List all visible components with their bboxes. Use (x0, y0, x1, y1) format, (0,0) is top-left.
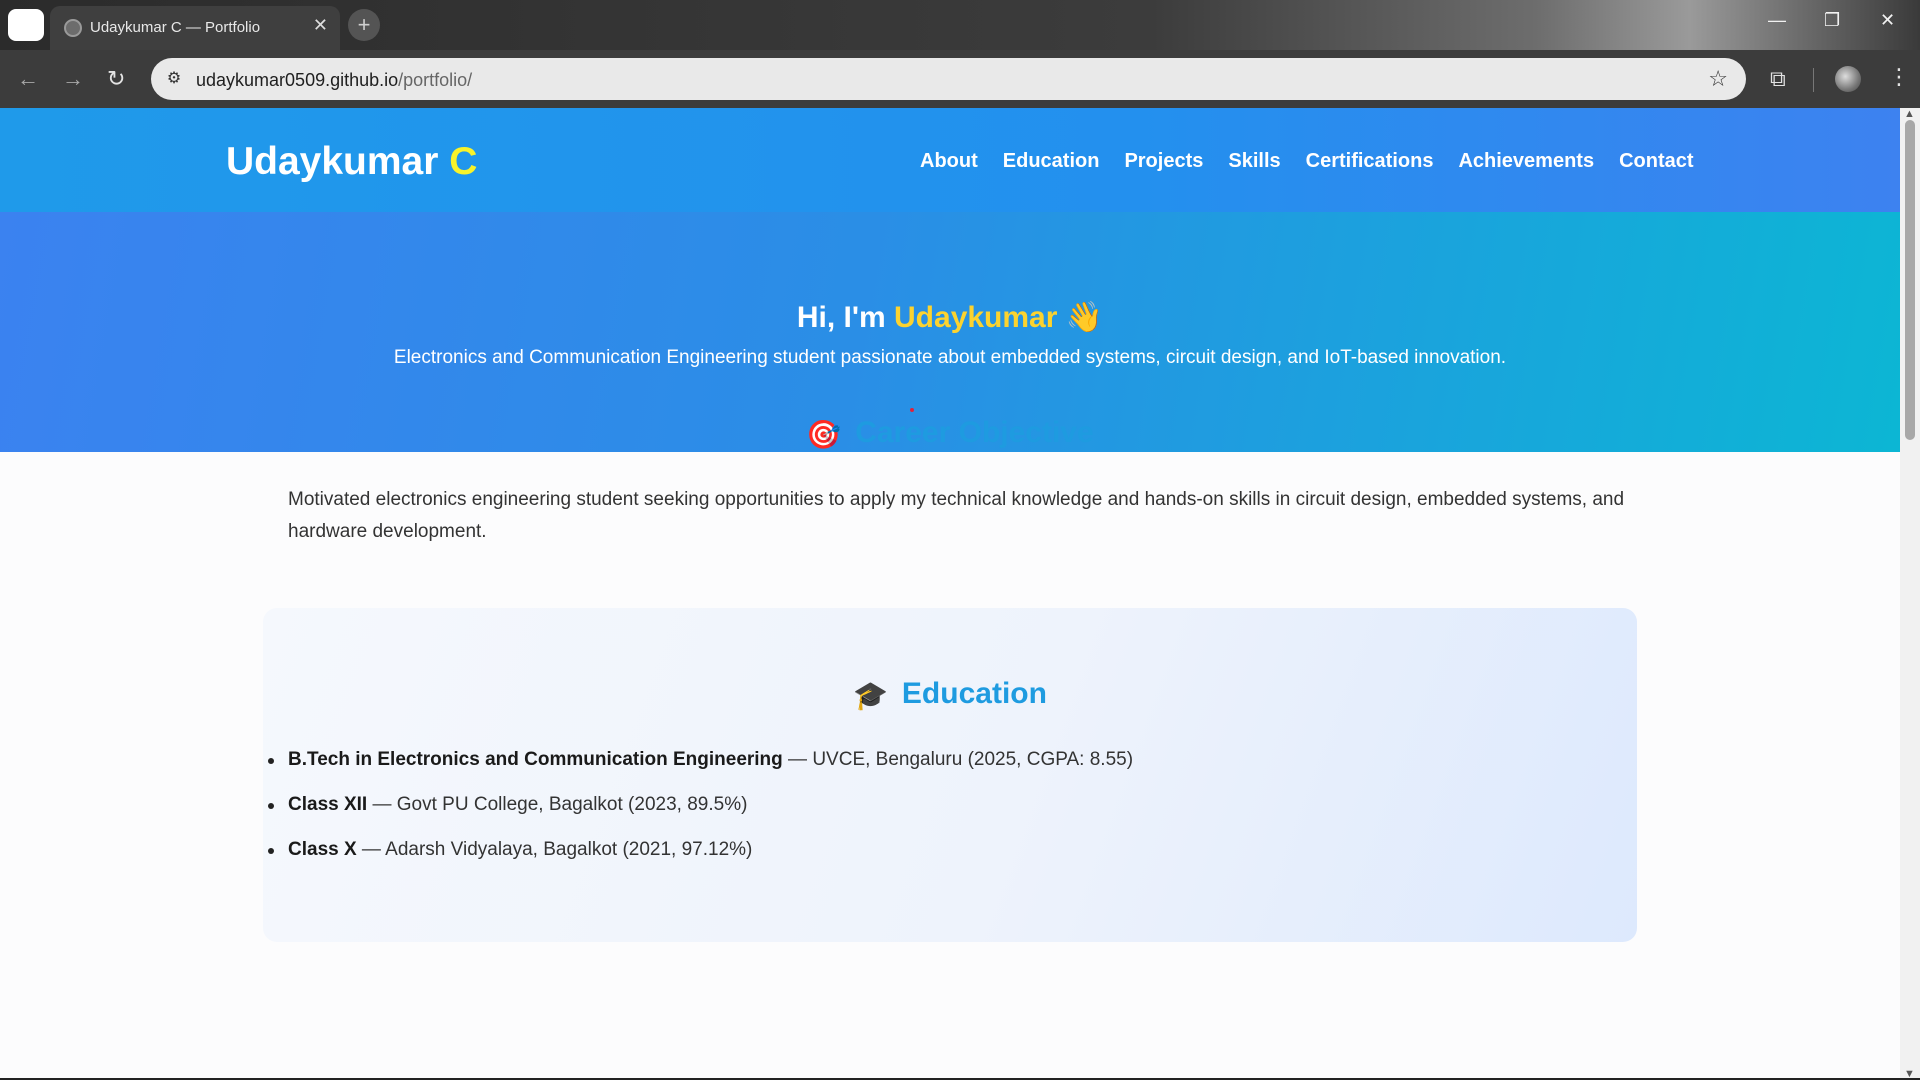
hero-name: Udaykumar (894, 301, 1058, 334)
hero-heading: Hi, I'm Udaykumar 👋 (0, 300, 1900, 335)
toolbar-divider (1813, 68, 1814, 92)
education-degree: B.Tech in Electronics and Communication … (288, 749, 783, 770)
scroll-up-icon[interactable]: ▲ (1904, 108, 1915, 120)
page-scrollbar[interactable]: ▲ ▼ (1900, 108, 1920, 1080)
tab-close-icon[interactable]: ✕ (313, 15, 328, 36)
nav-link-about[interactable]: About (920, 150, 978, 173)
tab-title: Udaykumar C — Portfolio (90, 19, 261, 36)
nav-link-projects[interactable]: Projects (1124, 150, 1203, 173)
scrollbar-thumb[interactable] (1905, 120, 1915, 440)
profile-avatar[interactable] (1835, 66, 1861, 92)
list-item: Class X — Adarsh Vidyalaya, Bagalkot (20… (267, 837, 1133, 882)
url-path: /portfolio/ (398, 70, 473, 90)
browser-titlebar: Udaykumar C — Portfolio ✕ + — ❐ ✕ (0, 0, 1920, 50)
brand-accent: C (449, 140, 478, 183)
education-list: B.Tech in Electronics and Communication … (267, 747, 1134, 882)
nav-link-education[interactable]: Education (1003, 150, 1100, 173)
education-detail: — Govt PU College, Bagalkot (2023, 89.5%… (367, 794, 748, 815)
education-degree: Class XII (288, 794, 368, 815)
back-icon[interactable]: ← (17, 66, 39, 92)
maximize-icon[interactable]: ❐ (1824, 10, 1840, 31)
bookmark-star-icon[interactable]: ☆ (1708, 66, 1728, 92)
site-header: Udaykumar C About Education Projects Ski… (0, 108, 1900, 212)
education-detail: — Adarsh Vidyalaya, Bagalkot (2021, 97.1… (356, 839, 753, 860)
graduation-cap-icon: 🎓 (853, 680, 888, 711)
url-text[interactable]: udaykumar0509.github.io/portfolio/ (196, 70, 472, 91)
browser-app-icon[interactable] (8, 9, 44, 41)
education-degree: Class X (288, 839, 357, 860)
address-bar[interactable]: ⚙ udaykumar0509.github.io/portfolio/ ☆ (151, 58, 1746, 100)
education-detail: — UVCE, Bengaluru (2025, CGPA: 8.55) (782, 749, 1134, 770)
career-objective-text: Motivated electronics engineering studen… (288, 489, 1625, 542)
hero-tagline: Electronics and Communication Engineerin… (393, 347, 1507, 368)
browser-toolbar: ← → ↻ ⚙ udaykumar0509.github.io/portfoli… (0, 50, 1920, 108)
education-heading: Education (901, 677, 1047, 710)
list-item: B.Tech in Electronics and Communication … (267, 747, 1134, 792)
career-objective-title: 🎯 Career Objective (0, 416, 1900, 451)
brand-name: Udaykumar (226, 140, 450, 183)
career-objective-heading: Career Objective (855, 416, 1094, 449)
url-host: udaykumar0509.github.io (196, 70, 399, 90)
site-settings-icon[interactable]: ⚙ (163, 68, 185, 90)
globe-icon (64, 19, 82, 37)
new-tab-button[interactable]: + (348, 9, 380, 41)
reload-icon[interactable]: ↻ (107, 66, 125, 92)
hero-cursor-dot (910, 408, 914, 412)
list-item: Class XII — Govt PU College, Bagalkot (2… (267, 792, 1133, 837)
main-nav: About Education Projects Skills Certific… (920, 150, 1719, 173)
site-brand[interactable]: Udaykumar C (226, 140, 477, 184)
minimize-icon[interactable]: — (1768, 10, 1786, 31)
nav-link-skills[interactable]: Skills (1228, 150, 1280, 173)
browser-tab[interactable]: Udaykumar C — Portfolio ✕ (50, 6, 340, 50)
nav-link-certifications[interactable]: Certifications (1306, 150, 1434, 173)
nav-link-achievements[interactable]: Achievements (1458, 150, 1594, 173)
waving-hand-icon: 👋 (1065, 301, 1104, 334)
hero-greeting: Hi, I'm (796, 301, 895, 334)
window-close-icon[interactable]: ✕ (1880, 10, 1895, 31)
forward-icon[interactable]: → (62, 66, 84, 92)
extensions-icon[interactable]: ⧉ (1770, 66, 1786, 92)
page-viewport: Udaykumar C About Education Projects Ski… (0, 108, 1900, 1078)
browser-menu-icon[interactable]: ⋮ (1888, 64, 1910, 90)
nav-link-contact[interactable]: Contact (1619, 150, 1693, 173)
target-icon: 🎯 (806, 419, 842, 450)
education-title: 🎓 Education (0, 677, 1900, 712)
